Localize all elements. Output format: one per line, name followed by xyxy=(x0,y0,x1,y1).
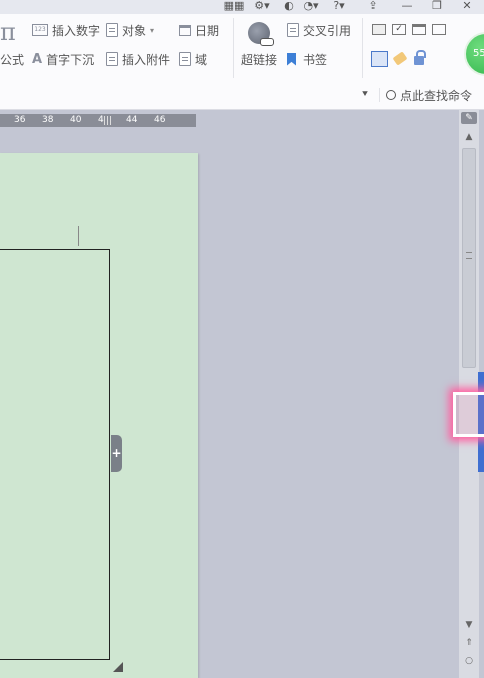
restore-icon[interactable]: ❐ xyxy=(428,0,446,12)
bookmark-button[interactable]: 书签 xyxy=(287,49,327,69)
ruler-number: 36 xyxy=(14,115,26,125)
insert-number-button[interactable]: 123 插入数字 xyxy=(32,20,100,40)
ruler-number: 40 xyxy=(70,115,82,125)
insert-attachment-button[interactable]: 插入附件 xyxy=(106,49,170,69)
form-field-icon[interactable] xyxy=(372,24,386,35)
thumb-grip-icon xyxy=(466,252,472,259)
shield-icon[interactable]: ◐ xyxy=(282,0,296,12)
link-chain-icon xyxy=(260,38,274,46)
crop-mark xyxy=(78,226,79,246)
insert-attachment-label: 插入附件 xyxy=(122,52,171,67)
badge-value: 55 xyxy=(473,48,484,59)
minimize-icon[interactable]: — xyxy=(398,0,416,12)
upload-icon[interactable]: ⇪ xyxy=(364,0,382,12)
dropcap-button[interactable]: A 首字下沉 xyxy=(32,49,94,69)
pi-icon[interactable]: π xyxy=(0,18,16,46)
command-search[interactable]: 点此查找命令 xyxy=(386,85,472,105)
ruler-number: 46 xyxy=(154,115,166,125)
insert-number-label: 插入数字 xyxy=(52,23,101,38)
dropdown-field-icon[interactable] xyxy=(412,24,426,35)
ruler-indent-marker[interactable] xyxy=(104,116,113,125)
select-browse-object-icon[interactable]: ○ xyxy=(461,654,477,668)
close-icon[interactable]: ✕ xyxy=(458,0,476,12)
scroll-down-icon[interactable]: ▼ xyxy=(461,618,477,632)
formula-button[interactable]: 公式 xyxy=(0,50,24,70)
crossref-icon xyxy=(287,23,299,37)
crossref-label: 交叉引用 xyxy=(303,23,352,38)
ruler-number: 44 xyxy=(126,115,138,125)
divider xyxy=(379,88,380,102)
search-label: 点此查找命令 xyxy=(400,88,473,103)
date-label: 日期 xyxy=(195,23,220,38)
calendar-icon xyxy=(179,24,191,36)
object-icon xyxy=(106,23,118,37)
design-mode-icon[interactable] xyxy=(371,51,388,67)
horizontal-ruler[interactable]: 36 38 40 4 44 46 xyxy=(0,114,196,127)
image-field-icon[interactable] xyxy=(432,24,446,35)
text-box-frame[interactable] xyxy=(0,249,110,660)
divider xyxy=(233,18,234,78)
hyperlink-button[interactable]: 超链接 xyxy=(241,50,277,70)
ruler-number: 4 xyxy=(98,115,104,125)
ribbon-toolbar: π 公式 123 插入数字 对象 ▾ 日期 A 首字下沉 插入附件 域 超链接 … xyxy=(0,14,484,110)
lock-shackle-icon xyxy=(416,50,426,58)
scroll-up-icon[interactable]: ▲ xyxy=(461,130,477,144)
date-button[interactable]: 日期 xyxy=(179,20,219,40)
crossref-button[interactable]: 交叉引用 xyxy=(287,20,351,40)
ruler-number: 38 xyxy=(42,115,54,125)
grid-icon[interactable]: ▦▦ xyxy=(222,0,246,12)
chevron-down-icon: ▾ xyxy=(150,25,155,35)
object-button[interactable]: 对象 ▾ xyxy=(106,20,154,40)
dropcap-icon: A xyxy=(32,51,43,67)
bookmark-icon xyxy=(287,52,296,66)
eraser-icon[interactable] xyxy=(392,51,408,66)
settings-icon[interactable]: ⚙▾ xyxy=(250,0,274,12)
divider xyxy=(362,18,363,78)
scrollbar-thumb[interactable] xyxy=(462,148,476,368)
object-label: 对象 xyxy=(122,23,147,38)
field-button[interactable]: 域 xyxy=(179,49,207,69)
field-label: 域 xyxy=(195,52,208,67)
question-icon[interactable]: ?▾ xyxy=(330,0,348,12)
search-icon xyxy=(386,90,396,100)
status-badge[interactable]: 55 xyxy=(464,32,484,76)
floating-highlight-box[interactable] xyxy=(453,392,484,437)
number-icon: 123 xyxy=(32,24,48,36)
previous-page-icon[interactable]: ⇑ xyxy=(461,636,477,650)
collapse-ribbon-icon[interactable]: ⯆ xyxy=(361,89,369,100)
field-icon xyxy=(179,52,191,66)
checkbox-icon[interactable]: ✓ xyxy=(392,24,406,35)
bookmark-label: 书签 xyxy=(303,52,328,67)
add-icon[interactable]: + xyxy=(111,435,122,472)
dropcap-label: 首字下沉 xyxy=(46,52,95,67)
attachment-icon xyxy=(106,52,118,66)
title-bar: ▦▦ ⚙▾ ◐ ◔▾ ?▾ ⇪ — ❐ ✕ xyxy=(0,0,484,14)
panel-toggle-icon[interactable]: ✎ xyxy=(461,112,477,124)
help-icon[interactable]: ◔▾ xyxy=(300,0,322,12)
resize-handle-icon[interactable] xyxy=(113,662,123,672)
